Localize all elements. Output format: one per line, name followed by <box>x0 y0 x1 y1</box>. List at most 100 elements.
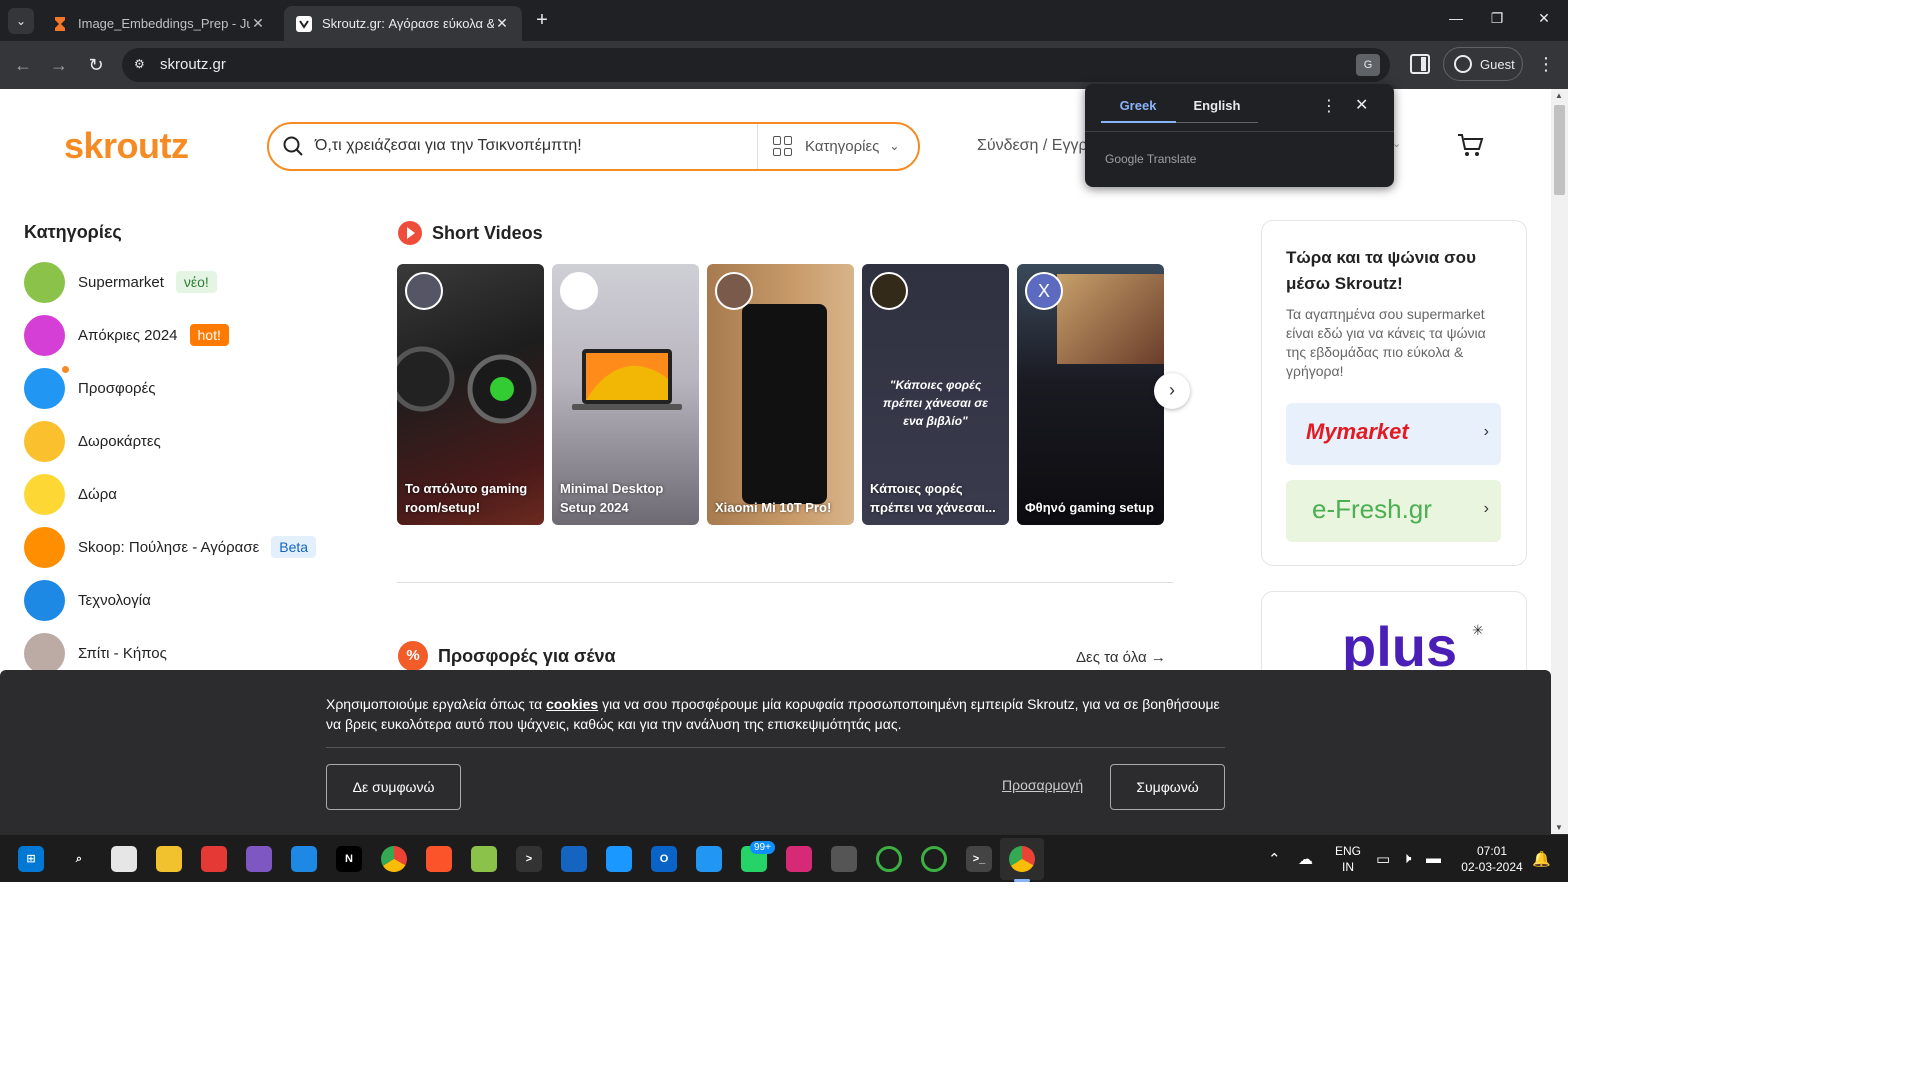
chrome-icon[interactable] <box>381 846 407 872</box>
site-info-icon[interactable]: ⚙ <box>134 57 150 73</box>
volume-icon[interactable]: 🕨 <box>1402 850 1411 867</box>
start-icon[interactable]: ⊞ <box>18 846 44 872</box>
sidebar-category-item[interactable]: Σπίτι - Κήπος <box>24 632 167 674</box>
bell-icon[interactable]: 🔔 <box>1532 850 1551 868</box>
chevron-up-icon[interactable]: ⌃ <box>1268 850 1281 868</box>
more-options-icon[interactable]: ⋮ <box>1321 96 1337 116</box>
store-card-mymarket[interactable]: Mymarket › <box>1286 403 1501 465</box>
profile-button[interactable]: Guest <box>1443 47 1523 81</box>
instagram-icon[interactable] <box>786 846 812 872</box>
disagree-button[interactable]: Δε συμφωνώ <box>326 764 461 810</box>
percent-icon: % <box>398 641 428 671</box>
close-window-icon[interactable]: ✕ <box>1534 10 1554 27</box>
tab-jupyter[interactable]: Image_Embeddings_Prep - Jupyter ✕ <box>40 6 278 41</box>
file-explorer-icon[interactable] <box>156 846 182 872</box>
search-bar[interactable]: Ό,τι χρειάζεσαι για την Τσικνοπέμπτη! Κα… <box>267 122 920 171</box>
search-input[interactable]: Ό,τι χρειάζεσαι για την Τσικνοπέμπτη! <box>315 137 582 155</box>
video-caption: Το απόλυτο gaming room/setup! <box>405 481 528 515</box>
tab-title: Image_Embeddings_Prep - Jupyter <box>78 16 250 31</box>
minimize-icon[interactable]: — <box>1446 10 1466 26</box>
promo-text: Τα αγαπημένα σου supermarket είναι εδώ γ… <box>1286 306 1486 379</box>
netflix-icon[interactable]: N <box>336 846 362 872</box>
category-label: Skoop: Πούλησε - Αγόρασε <box>78 538 260 556</box>
sidebar-category-item[interactable]: Δωροκάρτες <box>24 420 161 462</box>
scroll-down-icon[interactable]: ▼ <box>1555 823 1563 832</box>
app-icon[interactable] <box>561 846 587 872</box>
categories-dropdown[interactable]: Κατηγορίες ⌄ <box>773 136 899 156</box>
search-icon[interactable]: ⌕ <box>66 846 92 872</box>
video-card[interactable]: Το απόλυτο gaming room/setup! <box>397 264 544 525</box>
chrome-icon[interactable] <box>1009 846 1035 872</box>
network-icon[interactable]: ▭ <box>1376 850 1390 868</box>
address-bar[interactable]: ⚙ skroutz.gr <box>122 48 1390 82</box>
store-icon[interactable] <box>111 846 137 872</box>
lang-tab-english[interactable]: English <box>1177 98 1257 113</box>
tab-close-icon[interactable]: ✕ <box>250 15 266 32</box>
profile-avatar-icon <box>1454 55 1472 73</box>
forward-arrow-icon[interactable]: → <box>48 54 70 76</box>
url-text[interactable]: skroutz.gr <box>160 56 226 73</box>
photos-icon[interactable] <box>471 846 497 872</box>
translate-icon[interactable]: G <box>1356 54 1380 76</box>
video-card[interactable]: Minimal Desktop Setup 2024 <box>552 264 699 525</box>
terminal-icon[interactable]: >_ <box>966 846 992 872</box>
lang-tab-greek[interactable]: Greek <box>1101 98 1175 113</box>
cart-icon[interactable] <box>1456 131 1484 159</box>
category-icon <box>24 632 65 674</box>
agree-button[interactable]: Συμφωνώ <box>1110 764 1225 810</box>
reload-icon[interactable]: ↻ <box>85 54 107 76</box>
sidebar-category-item[interactable]: Απόκριες 2024 hot! <box>24 314 229 356</box>
close-icon[interactable]: ✕ <box>1355 95 1368 115</box>
battery-icon[interactable]: ▬ <box>1426 850 1441 867</box>
customize-link[interactable]: Προσαρμογή <box>1002 777 1083 793</box>
sidebar-category-item[interactable]: Skoop: Πούλησε - Αγόρασε Beta <box>24 526 317 568</box>
cookies-link[interactable]: cookies <box>546 696 598 712</box>
page-scrollbar[interactable]: ▲ ▼ <box>1551 89 1568 834</box>
see-all-link[interactable]: Δες τα όλα → <box>1076 649 1166 666</box>
side-panel-icon[interactable] <box>1410 54 1430 74</box>
play-icon <box>398 221 422 245</box>
edge-icon[interactable] <box>291 846 317 872</box>
store-card-efresh[interactable]: e-Fresh.gr › <box>1286 480 1501 542</box>
clock[interactable]: 07:01 02-03-2024 <box>1456 843 1528 875</box>
copilot-icon[interactable] <box>246 846 272 872</box>
category-badge: hot! <box>189 324 229 346</box>
video-card[interactable]: "Κάποιες φορές πρέπει χάνεσαι σε ενα βιβ… <box>862 264 1009 525</box>
sidebar-category-item[interactable]: Τεχνολογία <box>24 579 151 621</box>
back-arrow-icon[interactable]: ← <box>12 54 34 76</box>
loader-icon[interactable] <box>921 846 947 872</box>
promo-title: Τώρα και τα ψώνια σου μέσω Skroutz! <box>1286 248 1476 293</box>
video-card[interactable]: Xiaomi Mi 10T Pro! <box>707 264 854 525</box>
monitor-image <box>1057 274 1164 364</box>
browser-menu-icon[interactable]: ⋮ <box>1536 54 1556 75</box>
prime-video-icon[interactable] <box>606 846 632 872</box>
translate-popup: Greek English ⋮ ✕ Google Translate <box>1085 84 1394 187</box>
new-tab-button[interactable]: + <box>530 9 554 33</box>
category-icon <box>24 365 69 409</box>
video-card[interactable]: X Φθηνό gaming setup <box>1017 264 1164 525</box>
outlook-icon[interactable]: O <box>651 846 677 872</box>
category-label: Σπίτι - Κήπος <box>78 644 167 662</box>
cloud-icon[interactable]: ☁ <box>1298 850 1313 868</box>
loader-icon[interactable] <box>876 846 902 872</box>
sidebar-category-item[interactable]: Δώρα <box>24 473 117 515</box>
scroll-up-icon[interactable]: ▲ <box>1555 91 1563 100</box>
terminal-icon[interactable]: > <box>516 846 542 872</box>
skroutz-logo[interactable]: skroutz <box>64 125 189 167</box>
lang-bottom: IN <box>1342 860 1354 874</box>
scrollbar-thumb[interactable] <box>1554 105 1565 195</box>
app-icon[interactable] <box>201 846 227 872</box>
sidebar-category-item[interactable]: Supermarket νέο! <box>24 261 217 303</box>
sidebar-category-item[interactable]: Προσφορές <box>24 365 155 409</box>
brave-icon[interactable] <box>426 846 452 872</box>
vscode-icon[interactable] <box>696 846 722 872</box>
tab-search-button[interactable]: ⌄ <box>8 8 34 34</box>
offers-title: Προσφορές για σένα <box>438 645 616 666</box>
app-icon[interactable] <box>831 846 857 872</box>
tab-close-icon[interactable]: ✕ <box>494 15 510 32</box>
language-indicator[interactable]: ENG IN <box>1330 843 1366 875</box>
maximize-icon[interactable]: ❐ <box>1487 10 1507 27</box>
tab-skroutz[interactable]: Skroutz.gr: Αγόρασε εύκολα & γρήγορα ✕ <box>284 6 522 41</box>
carousel-next-button[interactable]: › <box>1154 373 1190 409</box>
categories-label: Κατηγορίες <box>805 137 880 155</box>
